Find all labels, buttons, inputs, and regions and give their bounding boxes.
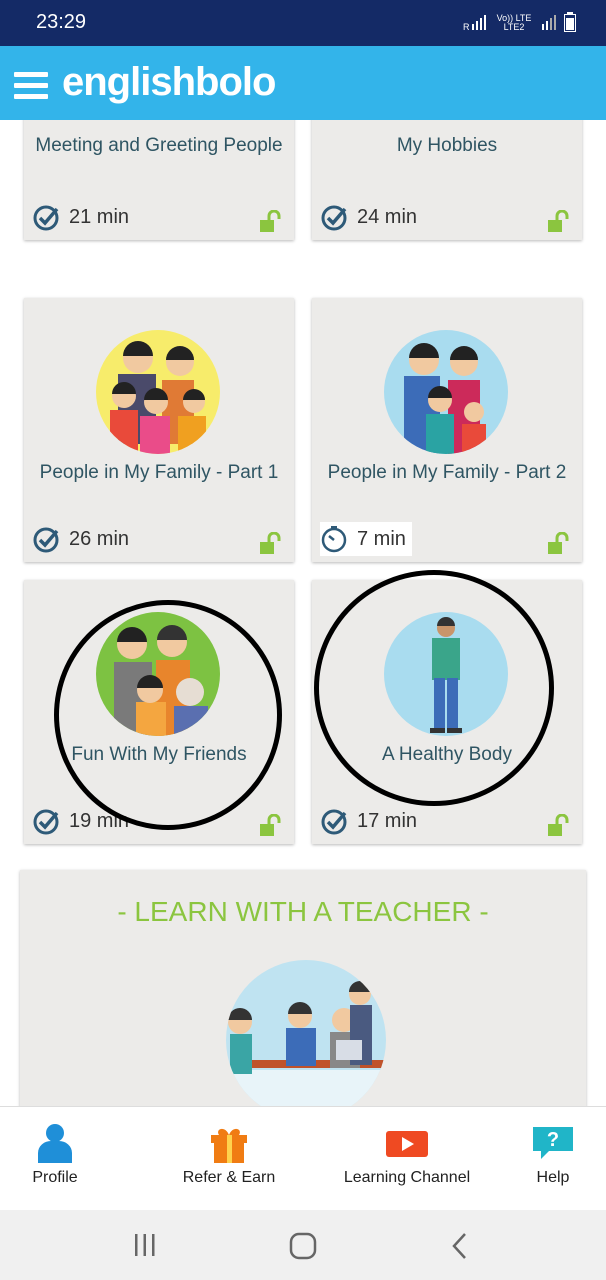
status-bar: 23:29 R Vo)) LTE LTE2 xyxy=(0,0,606,46)
teacher-section-title: - LEARN WITH A TEACHER - xyxy=(117,896,489,927)
lesson-card-friends[interactable]: Fun With My Friends 19 min xyxy=(24,580,294,844)
nav-profile[interactable]: Profile xyxy=(0,1107,110,1211)
home-icon[interactable] xyxy=(289,1232,317,1260)
lesson-duration: 24 min xyxy=(320,200,423,234)
lesson-card-family-1[interactable]: People in My Family - Part 1 26 min xyxy=(24,298,294,562)
back-icon[interactable] xyxy=(450,1232,470,1260)
unlock-icon xyxy=(260,814,281,836)
lesson-title: Fun With My Friends xyxy=(71,744,247,765)
unlock-icon xyxy=(548,210,569,232)
profile-icon xyxy=(38,1124,72,1163)
lesson-title: People in My Family - Part 1 xyxy=(39,462,279,483)
nav-refer-earn[interactable]: Refer & Earn xyxy=(170,1107,288,1211)
lesson-thumbnail xyxy=(384,612,508,736)
app-logo: englishbolo xyxy=(62,60,276,104)
volte-label: Vo)) LTE LTE2 xyxy=(496,13,532,32)
lesson-thumbnail xyxy=(384,330,508,454)
nav-help[interactable]: ? Help xyxy=(516,1107,590,1211)
lesson-title: My Hobbies xyxy=(396,135,498,156)
lesson-thumbnail xyxy=(96,612,220,736)
recent-apps-icon[interactable] xyxy=(132,1232,158,1258)
lesson-duration: 26 min xyxy=(32,522,135,556)
timer-check-icon xyxy=(33,809,59,835)
unlock-icon xyxy=(548,814,569,836)
lesson-thumbnail xyxy=(96,330,220,454)
lesson-title: A Healthy Body xyxy=(382,744,512,765)
unlock-icon xyxy=(260,532,281,554)
unlock-icon xyxy=(548,532,569,554)
clock: 23:29 xyxy=(36,11,87,33)
gift-icon xyxy=(211,1128,247,1163)
lesson-card-healthy-body[interactable]: A Healthy Body 17 min xyxy=(312,580,582,844)
system-navigation-bar xyxy=(0,1210,606,1280)
network-indicator-2 xyxy=(542,14,558,32)
status-icons: R Vo)) LTE LTE2 xyxy=(463,12,576,34)
lesson-title: Meeting and Greeting People xyxy=(35,135,283,156)
nav-learning-channel[interactable]: Learning Channel xyxy=(334,1107,480,1211)
lesson-duration: 19 min xyxy=(32,804,135,838)
lesson-card-hobbies[interactable]: My Hobbies 24 min xyxy=(312,120,582,240)
timer-check-icon xyxy=(321,205,347,231)
timer-check-icon xyxy=(33,527,59,553)
svg-text:?: ? xyxy=(547,1129,559,1151)
lesson-duration: 7 min xyxy=(320,522,412,556)
bottom-navigation: Profile Refer & Earn Learning Channel ? … xyxy=(0,1106,606,1211)
menu-icon[interactable] xyxy=(14,72,48,100)
lesson-duration: 17 min xyxy=(320,804,423,838)
timer-check-icon xyxy=(33,205,59,231)
timer-icon xyxy=(321,526,347,553)
help-icon: ? xyxy=(533,1127,573,1159)
timer-check-icon xyxy=(321,809,347,835)
play-video-icon xyxy=(386,1131,428,1157)
lesson-card-meeting[interactable]: Meeting and Greeting People 21 min xyxy=(24,120,294,240)
network-indicator-1: R xyxy=(463,14,486,32)
lesson-title: People in My Family - Part 2 xyxy=(327,462,567,483)
lesson-card-family-2[interactable]: People in My Family - Part 2 7 min xyxy=(312,298,582,562)
unlock-icon xyxy=(260,210,281,232)
lesson-grid[interactable]: Meeting and Greeting People 21 min My Ho… xyxy=(0,120,606,1106)
learn-with-teacher-card[interactable]: - LEARN WITH A TEACHER - xyxy=(20,870,586,1106)
app-bar: englishbolo xyxy=(0,46,606,120)
lesson-duration: 21 min xyxy=(32,200,135,234)
teacher-illustration xyxy=(226,960,386,1106)
battery-icon xyxy=(564,12,576,34)
